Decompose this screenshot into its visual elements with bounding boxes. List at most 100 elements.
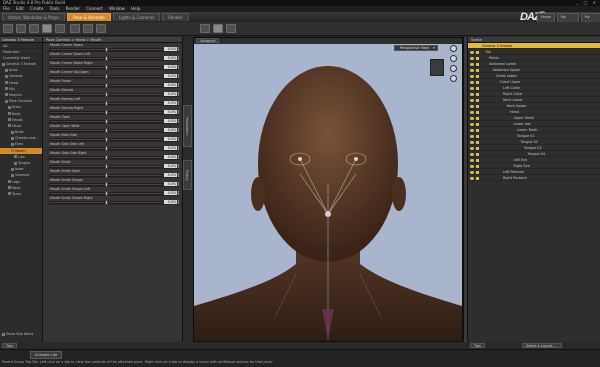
slider-knob[interactable] [104,74,108,79]
lock-icon[interactable] [476,116,479,120]
slider-value[interactable]: 0.0% [164,163,177,169]
expand-icon[interactable] [8,112,11,115]
parameter-slider[interactable]: Mouth Smile 0.0% [46,160,180,169]
slider-options-icon[interactable] [178,101,181,105]
menu-file[interactable]: File [3,6,10,11]
lock-icon[interactable] [476,152,479,156]
visibility-icon[interactable] [470,146,474,150]
slider-options-icon[interactable] [178,137,181,141]
expand-icon[interactable] [8,186,11,190]
slider-knob[interactable] [104,128,108,133]
slider-value[interactable]: 0.0% [164,136,177,142]
tab-render[interactable]: Render [162,13,189,21]
orbit-icon[interactable] [450,45,457,52]
expand-icon[interactable] [11,142,14,146]
parameter-slider[interactable]: Mouth Narrow Right 0.0% [46,106,180,115]
slider-knob[interactable] [104,182,108,187]
expand-icon[interactable] [8,124,11,128]
lock-icon[interactable] [476,80,479,84]
slider-options-icon[interactable] [178,200,181,204]
expand-icon[interactable] [8,192,11,196]
expand-icon[interactable] [5,74,8,78]
expand-icon[interactable] [8,180,11,184]
expand-icon[interactable] [5,68,8,72]
expand-icon[interactable] [5,87,8,91]
parameter-slider[interactable]: Mouth Smile Simple Left 0.0% [46,187,180,196]
parameter-slider[interactable]: Mouth Corner Down 0.0% [46,43,180,52]
tab-posing[interactable]: Posing [183,160,192,190]
lock-icon[interactable] [476,170,479,174]
slider-options-icon[interactable] [178,74,181,78]
visibility-icon[interactable] [470,50,474,54]
expand-icon[interactable] [2,62,5,66]
slider-options-icon[interactable] [178,65,181,69]
parameter-slider[interactable]: Mouth Open Wide 0.0% [46,124,180,133]
menu-help[interactable]: Help [131,6,140,11]
slider-value[interactable]: 0.0% [164,100,177,106]
lock-icon[interactable] [476,92,479,96]
visibility-icon[interactable] [470,62,474,66]
visibility-icon[interactable] [470,152,474,156]
slider-value[interactable]: 0.0% [164,181,177,187]
slider-options-icon[interactable] [178,191,181,195]
expand-icon[interactable] [11,130,14,134]
visibility-icon[interactable] [470,134,474,138]
expand-icon[interactable] [5,99,8,103]
visibility-icon[interactable] [470,164,474,168]
camera-select[interactable]: Perspective View [394,45,438,51]
slider-knob[interactable] [104,110,108,115]
slider-knob[interactable] [104,92,108,97]
tree-item[interactable]: Torso [0,191,42,197]
zoom-icon[interactable] [450,65,457,72]
slider-options-icon[interactable] [178,182,181,186]
lock-icon[interactable] [476,158,479,162]
parameter-slider[interactable]: Mouth Smile Simple Right 0.0% [46,196,180,205]
parameter-slider[interactable]: Mouth Open 0.0% [46,115,180,124]
tab-lights-cameras[interactable]: Lights & Cameras [112,13,161,21]
slider-value[interactable]: 0.0% [164,46,177,52]
parameter-slider[interactable]: Mouth Frown 0.0% [46,79,180,88]
visibility-icon[interactable] [470,80,474,84]
lock-icon[interactable] [476,68,479,72]
expand-icon[interactable] [14,161,17,165]
slider-knob[interactable] [104,164,108,169]
slider-knob[interactable] [104,56,108,61]
pointer-tool-icon[interactable] [70,24,80,33]
visibility-icon[interactable] [470,122,474,126]
viewport[interactable]: Viewport Perspective View ▾ [193,37,463,342]
parameter-slider[interactable]: Mouth Narrow Left 0.0% [46,97,180,106]
undo-icon[interactable] [55,24,65,33]
slider-value[interactable]: 0.0% [164,109,177,115]
tab-tips-left[interactable]: Tips [2,343,17,348]
show-sub-items-checkbox[interactable]: Show Sub Items [2,332,33,336]
lock-icon[interactable] [476,140,479,144]
slider-options-icon[interactable] [178,83,181,87]
lock-icon[interactable] [476,62,479,66]
slider-knob[interactable] [104,200,108,205]
joint-editor-icon[interactable] [226,24,236,33]
visibility-icon[interactable] [470,92,474,96]
save-file-icon[interactable] [29,24,39,33]
slider-value[interactable]: 0.0% [164,172,177,178]
slider-value[interactable]: 0.0% [164,190,177,196]
slider-options-icon[interactable] [178,47,181,51]
parameter-slider[interactable]: Mouth Narrow 0.0% [46,88,180,97]
parameter-slider[interactable]: Mouth Corner Down Left 0.0% [46,52,180,61]
pan-icon[interactable] [450,55,457,62]
lock-icon[interactable] [476,122,479,126]
slider-value[interactable]: 0.0% [164,64,177,70]
tab-animate-lite[interactable]: Animate Lite [30,351,63,359]
slider-knob[interactable] [104,155,108,160]
parameter-slider[interactable]: Mouth Side-Side Left 0.0% [46,142,180,151]
expand-icon[interactable] [8,105,11,109]
lock-icon[interactable] [476,134,479,138]
lock-icon[interactable] [476,104,479,108]
visibility-icon[interactable] [470,104,474,108]
new-scene-icon[interactable] [3,24,13,33]
slider-value[interactable]: 0.0% [164,199,177,205]
slider-value[interactable]: 0.0% [164,127,177,133]
visibility-icon[interactable] [470,140,474,144]
visibility-icon[interactable] [470,110,474,114]
slider-options-icon[interactable] [178,119,181,123]
slider-knob[interactable] [104,47,108,52]
